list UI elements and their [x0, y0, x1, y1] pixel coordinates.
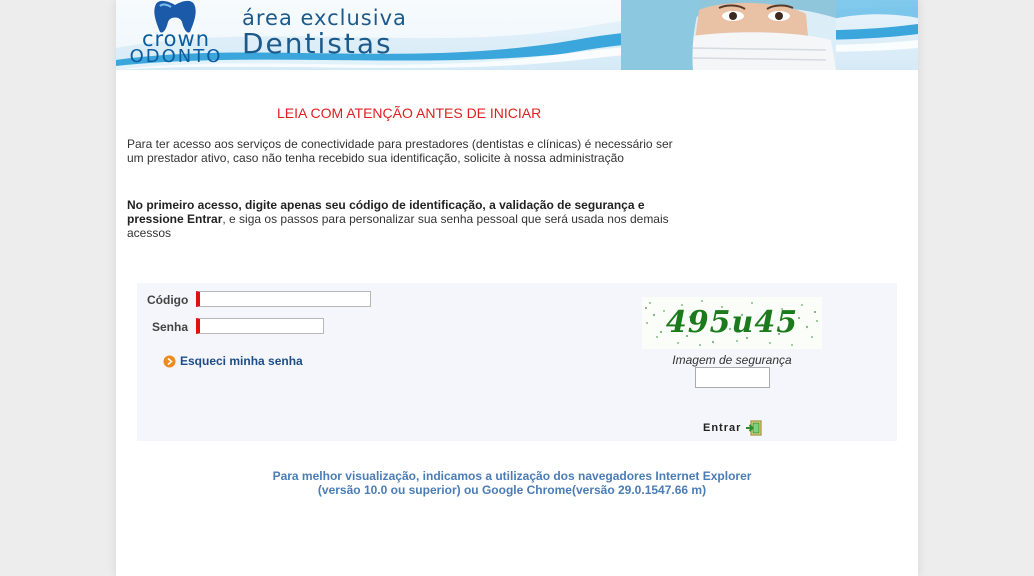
- page-container: crown ODONTO área exclusiva Dentistas LE…: [116, 0, 918, 576]
- header-banner: crown ODONTO área exclusiva Dentistas: [116, 0, 918, 70]
- captcha-text: 495u45: [666, 305, 798, 340]
- dentist-photo: [621, 0, 836, 70]
- enter-button-label: Entrar: [703, 422, 742, 434]
- password-label: Senha: [152, 320, 189, 334]
- browser-recommendation: Para melhor visualização, indicamos a ut…: [272, 469, 752, 497]
- notice-title: LEIA COM ATENÇÃO ANTES DE INICIAR: [277, 105, 542, 121]
- login-panel: Código Senha Esqueci minha senha 495u45 …: [137, 283, 897, 441]
- forgot-password-link[interactable]: Esqueci minha senha: [163, 354, 303, 368]
- captcha-input[interactable]: [695, 367, 770, 388]
- forgot-password-label: Esqueci minha senha: [180, 354, 303, 368]
- password-input[interactable]: [196, 318, 324, 334]
- code-input[interactable]: [196, 291, 371, 307]
- logo-wordmark: crown ODONTO: [128, 29, 224, 67]
- arrow-right-circle-icon: [163, 355, 176, 367]
- captcha-label: Imagem de segurança: [672, 353, 792, 367]
- banner-title: área exclusiva Dentistas: [242, 6, 407, 58]
- notice-paragraph-2: No primeiro acesso, digite apenas seu có…: [127, 198, 687, 240]
- captcha-image: 495u45: [642, 297, 822, 349]
- code-label: Código: [147, 293, 189, 307]
- banner-title-line-2: Dentistas: [242, 27, 393, 60]
- login-door-icon: [746, 420, 762, 436]
- notice-paragraph-1: Para ter acesso aos serviços de conectiv…: [127, 137, 673, 165]
- logo-line-2: ODONTO: [129, 46, 223, 67]
- enter-button[interactable]: Entrar: [703, 420, 763, 436]
